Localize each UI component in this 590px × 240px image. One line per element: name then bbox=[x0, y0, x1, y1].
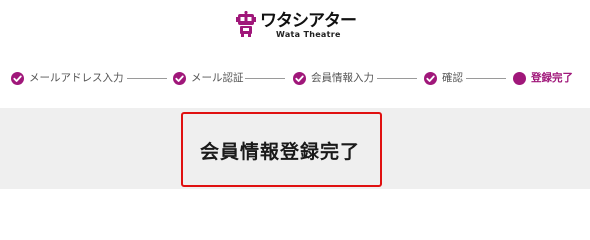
step-email-input: メールアドレス入力 bbox=[11, 70, 124, 86]
step-label: 登録完了 bbox=[531, 72, 573, 84]
check-icon bbox=[11, 71, 24, 85]
logo-subtext: Wata Theatre bbox=[276, 30, 341, 39]
step-member-info: 会員情報入力 bbox=[293, 70, 374, 86]
step-label: メールアドレス入力 bbox=[29, 72, 124, 84]
logo-text: ワタシアター bbox=[260, 11, 357, 31]
site-logo[interactable]: ワタシアター Wata Theatre bbox=[236, 8, 357, 44]
page-title: 会員情報登録完了 bbox=[200, 141, 361, 163]
robot-mascot-icon bbox=[236, 11, 256, 37]
step-label: メール認証 bbox=[191, 72, 244, 84]
check-icon bbox=[173, 71, 186, 85]
check-icon bbox=[293, 71, 306, 85]
step-complete: 登録完了 bbox=[513, 70, 573, 86]
step-label: 確認 bbox=[442, 72, 463, 84]
progress-steps: メールアドレス入力 メール認証 会員情報入力 確認 登録完了 bbox=[11, 70, 581, 86]
check-icon bbox=[424, 71, 437, 85]
step-confirm: 確認 bbox=[424, 70, 463, 86]
step-connector bbox=[245, 78, 285, 79]
step-connector bbox=[377, 78, 417, 79]
step-email-verify: メール認証 bbox=[173, 70, 244, 86]
page: ワタシアター Wata Theatre メールアドレス入力 メール認証 会員情報… bbox=[0, 0, 590, 231]
step-connector bbox=[127, 78, 167, 79]
step-connector bbox=[466, 78, 506, 79]
step-label: 会員情報入力 bbox=[311, 72, 374, 84]
current-step-dot-icon bbox=[513, 71, 526, 85]
